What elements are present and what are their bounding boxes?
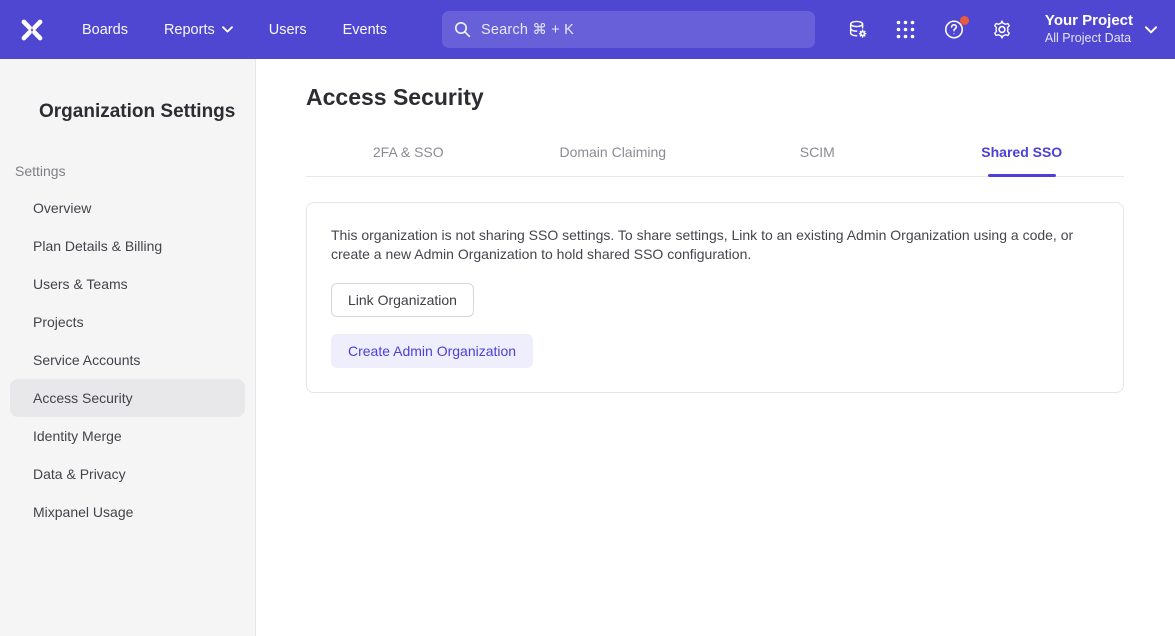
chevron-down-icon	[222, 26, 233, 33]
mixpanel-logo-icon[interactable]	[16, 15, 48, 45]
nav-item-events[interactable]: Events	[343, 22, 387, 38]
sidebar-item-access-security[interactable]: Access Security	[10, 379, 245, 417]
shared-sso-description: This organization is not sharing SSO set…	[331, 226, 1093, 264]
chevron-down-icon	[1145, 26, 1157, 34]
tab-bar: 2FA & SSO Domain Claiming SCIM Shared SS…	[306, 144, 1124, 177]
settings-gear-icon[interactable]	[991, 19, 1013, 41]
tab-domain-claiming[interactable]: Domain Claiming	[511, 144, 716, 176]
sidebar-item-mixpanel-usage[interactable]: Mixpanel Usage	[10, 493, 245, 531]
project-selector[interactable]: Your Project All Project Data	[1045, 12, 1157, 46]
tab-2fa-sso[interactable]: 2FA & SSO	[306, 144, 511, 176]
tab-shared-sso[interactable]: Shared SSO	[920, 144, 1125, 176]
navbar-right: Your Project All Project Data	[847, 12, 1157, 46]
sidebar-title: Organization Settings	[39, 101, 255, 123]
top-navbar: Boards Reports Users Events Search ⌘ + K	[0, 0, 1175, 59]
create-admin-organization-button[interactable]: Create Admin Organization	[331, 334, 533, 368]
tab-scim[interactable]: SCIM	[715, 144, 920, 176]
link-organization-button[interactable]: Link Organization	[331, 283, 474, 317]
data-management-icon[interactable]	[847, 19, 869, 41]
nav-item-reports-label: Reports	[164, 22, 215, 38]
sidebar-section-label: Settings	[15, 163, 255, 179]
search-placeholder: Search ⌘ + K	[481, 22, 574, 38]
help-icon[interactable]	[943, 19, 965, 41]
primary-nav: Boards Reports Users Events	[82, 22, 387, 38]
project-name: Your Project	[1045, 12, 1133, 31]
sidebar-item-plan-details-billing[interactable]: Plan Details & Billing	[10, 227, 245, 265]
nav-item-users[interactable]: Users	[269, 22, 307, 38]
page-title: Access Security	[306, 84, 1124, 111]
sidebar-item-data-privacy[interactable]: Data & Privacy	[10, 455, 245, 493]
main-content: Access Security 2FA & SSO Domain Claimin…	[256, 59, 1175, 636]
sidebar-item-overview[interactable]: Overview	[10, 189, 245, 227]
sidebar-item-service-accounts[interactable]: Service Accounts	[10, 341, 245, 379]
sidebar-item-projects[interactable]: Projects	[10, 303, 245, 341]
apps-grid-icon[interactable]	[895, 19, 917, 41]
search-input[interactable]: Search ⌘ + K	[442, 11, 815, 48]
settings-sidebar: Organization Settings Settings Overview …	[0, 59, 256, 636]
nav-item-events-label: Events	[343, 22, 387, 38]
nav-item-boards[interactable]: Boards	[82, 22, 128, 38]
project-text: Your Project All Project Data	[1045, 12, 1133, 46]
nav-item-users-label: Users	[269, 22, 307, 38]
nav-item-reports[interactable]: Reports	[164, 22, 233, 38]
nav-item-boards-label: Boards	[82, 22, 128, 38]
sidebar-item-users-teams[interactable]: Users & Teams	[10, 265, 245, 303]
search-icon	[454, 21, 471, 38]
project-subtitle: All Project Data	[1045, 31, 1133, 47]
sidebar-item-identity-merge[interactable]: Identity Merge	[10, 417, 245, 455]
shared-sso-card: This organization is not sharing SSO set…	[306, 202, 1124, 393]
notification-dot	[960, 16, 969, 25]
